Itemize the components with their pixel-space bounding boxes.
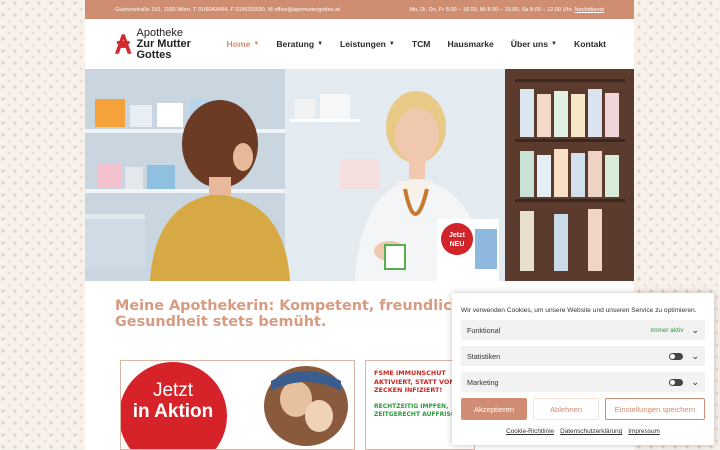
nav-kontakt[interactable]: Kontakt [574, 39, 606, 49]
cookie-category-label: Statistiken [467, 351, 501, 361]
logo-line-2: Zur Mutter Gottes [136, 37, 191, 61]
chevron-down-icon[interactable]: ⌄ [691, 377, 699, 386]
aktion-badge-line-1: Jetzt [153, 380, 194, 401]
aktion-banner-illustration: Jetzt in Aktion [121, 361, 354, 449]
caret-down-icon: ▼ [388, 41, 395, 47]
site-logo[interactable]: Apotheke Zur Mutter Gottes [113, 26, 227, 61]
deny-button[interactable]: Ablehnen [533, 398, 599, 420]
cookie-links: Cookie-Richtlinie Datenschutzerklärung I… [461, 428, 705, 435]
pharmacy-logo-icon [114, 34, 132, 54]
cookie-category-label: Marketing [467, 377, 499, 387]
sign-text-neu: NEU [450, 241, 465, 248]
nav-leistungen-label: Leistungen [340, 39, 386, 49]
caret-down-icon: ▼ [253, 41, 260, 47]
chevron-down-icon[interactable]: ⌄ [691, 325, 699, 334]
cookie-category-statistiken[interactable]: Statistiken ⌄ [461, 346, 705, 366]
save-settings-button[interactable]: Einstellungen speichern [605, 398, 705, 420]
caret-down-icon: ▼ [551, 41, 557, 47]
main-navigation: Home ▼ Beratung ▼ Leistungen ▼ TCM Hausmark… [227, 39, 607, 49]
night-service-link[interactable]: Nachtdienst [574, 7, 604, 13]
imprint-link[interactable]: Impressum [628, 428, 660, 435]
nav-hausmarke-label: Hausmarke [447, 39, 494, 49]
sign-text-jetzt: Jetzt [449, 232, 466, 239]
nav-tcm[interactable]: TCM [412, 39, 431, 49]
statistiken-toggle[interactable] [669, 352, 684, 360]
promo-card-aktion[interactable]: Jetzt in Aktion [120, 360, 355, 450]
privacy-policy-link[interactable]: Datenschutzerklärung [560, 428, 622, 435]
aktion-badge-line-2: in Aktion [133, 401, 214, 422]
site-header: Apotheke Zur Mutter Gottes Home ▼ Beratun… [85, 19, 634, 69]
nav-hausmarke[interactable]: Hausmarke [447, 39, 493, 49]
nav-ueber-uns-label: Über uns [510, 39, 549, 49]
contact-info: Gudrunstraße 150, 1100 Wien, T 01/604349… [115, 6, 340, 13]
nav-kontakt-label: Kontakt [574, 39, 606, 49]
logo-line-1: Apotheke [136, 26, 183, 39]
cookie-category-marketing[interactable]: Marketing ⌄ [461, 372, 705, 392]
chevron-down-icon[interactable]: ⌄ [691, 351, 699, 360]
caret-down-icon: ▼ [317, 41, 324, 47]
nav-beratung[interactable]: Beratung ▼ [276, 39, 323, 49]
cookie-category-label: Funktional [467, 325, 501, 335]
nav-ueber-uns[interactable]: Über uns ▼ [511, 39, 557, 49]
opening-hours: Mo, Di, Do, Fr 8.00 – 18.00, Mi 8.00 – 1… [409, 7, 604, 13]
marketing-toggle[interactable] [669, 378, 684, 386]
hero-image: Jetzt NEU [85, 69, 634, 281]
cookie-category-funktional[interactable]: Funktional Immer aktiv ⌄ [461, 320, 705, 340]
cookie-buttons: Akzeptieren Ablehnen Einstellungen speic… [461, 398, 705, 420]
nav-tcm-label: TCM [411, 39, 431, 49]
cookie-message: Wir verwenden Cookies, um unsere Website… [461, 307, 697, 314]
nav-leistungen[interactable]: Leistungen ▼ [340, 39, 395, 49]
always-active-label: Immer aktiv [650, 326, 684, 334]
pharmacy-scene-illustration: Jetzt NEU [85, 69, 634, 281]
cookie-consent-banner: Wir verwenden Cookies, um unsere Website… [452, 293, 714, 445]
cookie-policy-link[interactable]: Cookie-Richtlinie [506, 428, 554, 435]
accept-button[interactable]: Akzeptieren [461, 398, 527, 420]
nav-home-label: Home [226, 39, 251, 49]
top-info-bar: Gudrunstraße 150, 1100 Wien, T 01/604349… [85, 0, 634, 19]
opening-hours-text: Mo, Di, Do, Fr 8.00 – 18.00, Mi 8.00 – 1… [409, 6, 573, 13]
nav-home[interactable]: Home ▼ [227, 39, 260, 49]
nav-beratung-label: Beratung [276, 39, 315, 49]
